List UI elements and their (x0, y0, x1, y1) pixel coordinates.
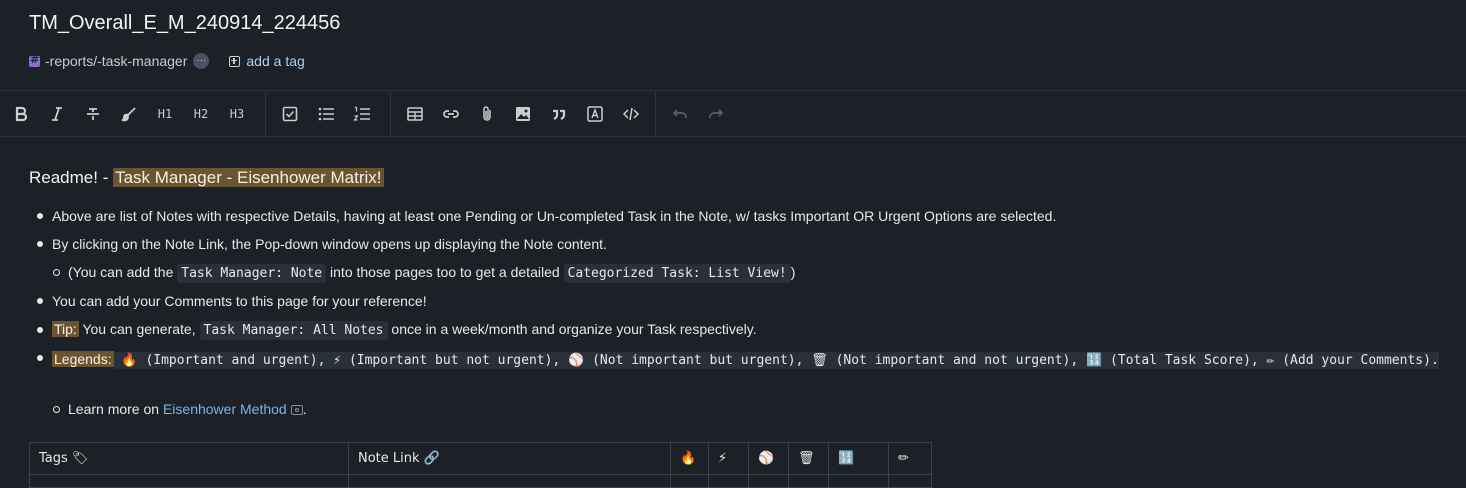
tag-chip[interactable]: -reports/-task-manager (45, 53, 187, 69)
table-cell[interactable] (788, 474, 829, 488)
readme-prefix: Readme! - (29, 168, 114, 187)
table-cell[interactable] (708, 474, 749, 488)
table-icon[interactable] (402, 91, 428, 136)
sub-list-item: (You can add the Task Manager: Note into… (68, 264, 796, 283)
table-cell[interactable] (888, 474, 932, 488)
formatting-toolbar: H1 H2 H3 (0, 90, 1466, 137)
urgent-column-header[interactable]: ⚾ (748, 442, 789, 475)
redo-icon[interactable] (703, 91, 729, 136)
table-cell[interactable] (348, 474, 671, 488)
bullet-dot (37, 355, 43, 361)
trash-column-header[interactable]: 🗑 (788, 442, 829, 475)
list-item: You can add your Comments to this page f… (52, 293, 427, 309)
legend-text: 🔥 (Important and urgent), ⚡ (Important b… (113, 352, 1439, 369)
more-options-icon[interactable]: ··· (193, 53, 210, 69)
add-tag-button[interactable]: add a tag (229, 53, 305, 69)
tip-label: Tip: (52, 321, 79, 337)
table-cell[interactable] (828, 474, 889, 488)
bullet-dot (37, 241, 43, 247)
toolbar-divider (655, 91, 656, 136)
score-column-header[interactable]: 🔢 (828, 442, 889, 475)
bold-icon[interactable] (8, 91, 34, 136)
learn-text: . (302, 401, 307, 417)
toolbar-divider (390, 91, 391, 136)
inline-code: Task Manager: All Notes (199, 321, 388, 340)
list-item: Above are list of Notes with respective … (52, 208, 1057, 224)
readme-heading: Readme! - Task Manager - Eisenhower Matr… (29, 168, 1459, 188)
italic-icon[interactable] (44, 91, 70, 136)
link-icon[interactable] (438, 91, 464, 136)
strikethrough-icon[interactable] (80, 91, 106, 136)
text-box-icon[interactable] (582, 91, 608, 136)
inline-code: Task Manager: Note (177, 264, 327, 283)
tip-text: You can generate, (78, 321, 200, 337)
legend-item: Legends: 🔥 (Important and urgent), ⚡ (Im… (52, 348, 1458, 372)
sub-list-item: Learn more on Eisenhower Method. (68, 401, 307, 417)
legend-label: Legends: (52, 351, 114, 367)
table-cell[interactable] (748, 474, 789, 488)
bullet-dot (37, 327, 43, 333)
notes-table: Tags 🏷 Note Link 🔗 🔥 ⚡ ⚾ 🗑 🔢 ✏ (29, 442, 932, 488)
heading-2-button[interactable]: H2 (188, 91, 214, 136)
inline-code: Categorized Task: List View! (563, 264, 791, 283)
bullet-list-icon[interactable] (313, 91, 339, 136)
note-link-column-header[interactable]: Note Link 🔗 (348, 442, 671, 475)
highlight-brush-icon[interactable] (116, 91, 142, 136)
note-body[interactable]: Readme! - Task Manager - Eisenhower Matr… (29, 168, 1459, 188)
urgent-important-column-header[interactable]: 🔥 (670, 442, 709, 475)
bullet-dot (37, 298, 43, 304)
heading-1-button[interactable]: H1 (152, 91, 178, 136)
add-tag-label: add a tag (246, 53, 305, 69)
list-item: Tip: You can generate, Task Manager: All… (52, 321, 757, 340)
eisenhower-method-link[interactable]: Eisenhower Method (163, 401, 287, 417)
tags-column-header[interactable]: Tags 🏷 (29, 442, 349, 475)
sub-bullet-circle (53, 269, 60, 276)
image-icon[interactable] (510, 91, 536, 136)
comments-column-header[interactable]: ✏ (888, 442, 932, 475)
tip-text: once in a week/month and organize your T… (387, 321, 757, 337)
table-cell[interactable] (29, 474, 349, 488)
heading-3-button[interactable]: H3 (224, 91, 250, 136)
link-preview-icon[interactable] (290, 405, 303, 416)
sub-text: ) (790, 264, 796, 280)
attachment-icon[interactable] (474, 91, 500, 136)
code-icon[interactable] (618, 91, 644, 136)
note-title[interactable]: TM_Overall_E_M_240914_224456 (29, 12, 340, 35)
table-header-row: Tags 🏷 Note Link 🔗 🔥 ⚡ ⚾ 🗑 🔢 ✏ (29, 442, 932, 475)
numbered-list-icon[interactable] (349, 91, 375, 136)
bullet-dot (37, 213, 43, 219)
important-column-header[interactable]: ⚡ (708, 442, 749, 475)
quote-icon[interactable] (546, 91, 572, 136)
undo-icon[interactable] (667, 91, 693, 136)
sub-text: into those pages too to get a detailed (326, 264, 564, 280)
toolbar-divider (265, 91, 266, 136)
sub-bullet-circle (53, 406, 60, 413)
tag-hash-icon (29, 53, 40, 67)
tag-row: -reports/-task-manager ··· add a tag (29, 52, 305, 70)
add-tag-icon (229, 55, 241, 67)
table-row (29, 474, 932, 488)
checklist-icon[interactable] (277, 91, 303, 136)
readme-highlight: Task Manager - Eisenhower Matrix! (113, 168, 384, 187)
list-item: By clicking on the Note Link, the Pop-do… (52, 236, 607, 252)
learn-text: Learn more on (68, 401, 163, 417)
sub-text: (You can add the (68, 264, 178, 280)
table-cell[interactable] (670, 474, 709, 488)
